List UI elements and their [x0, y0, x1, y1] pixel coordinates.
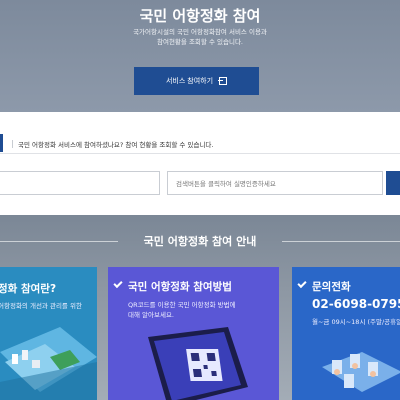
business-hours: 월~금 09시~18시 (주말/공휴일 휴무) [312, 318, 400, 326]
verification-placeholder: 검색버튼을 클릭하여 실명인증하세요 [176, 180, 276, 188]
verification-field[interactable]: 검색버튼을 클릭하여 실명인증하세요 [167, 171, 383, 195]
hero-description: 국가어항시설의 국민 어항정화참여 서비스 이용과 참여현황을 조회할 수 있습… [0, 27, 400, 47]
search-button[interactable] [386, 171, 400, 195]
card-text: 대해 알아보세요. [128, 311, 174, 319]
card-title: 문의전화 [312, 281, 351, 293]
join-service-button[interactable]: 서비스 참여하기 [134, 67, 259, 95]
page-title: 국민 어항정화 참여 [139, 7, 261, 25]
card-text: 어항정화의 개선과 관리를 위한 [0, 302, 82, 310]
guide-card-about[interactable]: 정화 참여란? 어항정화의 개선과 관리를 위한 [0, 267, 97, 400]
harbor-illustration-icon [0, 327, 97, 400]
info-accent-bar [0, 134, 3, 152]
check-icon [297, 278, 307, 289]
guide-section: 국민 어항정화 참여 안내 정화 참여란? 어항정화의 개선과 관리를 위한 국… [0, 215, 400, 400]
hero-description-line: 참여현황을 조회할 수 있습니다. [156, 38, 243, 46]
hero-description-line: 국가어항시설의 국민 어항정화참여 서비스 이용과 [133, 28, 267, 36]
info-bar: 국민 어항정화 서비스에 참여하셨나요? 참여 현황을 조회할 수 있습니다. [0, 132, 400, 154]
divider [12, 140, 13, 148]
card-title: 정화 참여란? [0, 283, 57, 295]
card-title: 국민 어항정화 참여방법 [128, 281, 232, 293]
check-icon [113, 278, 123, 289]
search-panel: 국민 어항정화 서비스에 참여하셨나요? 참여 현황을 조회할 수 있습니다. … [0, 118, 400, 210]
info-text: 국민 어항정화 서비스에 참여하셨나요? 참여 현황을 조회할 수 있습니다. [18, 141, 214, 149]
qr-phone-illustration-icon [148, 327, 248, 400]
card-text: QR코드를 이용한 국민 어항정화 방법에 [128, 301, 236, 309]
external-link-icon [218, 77, 228, 85]
phone-number: 02-6098-0795 [312, 297, 400, 311]
guide-card-method[interactable]: 국민 어항정화 참여방법 QR코드를 이용한 국민 어항정화 방법에 대해 알아… [108, 267, 279, 400]
hero-banner: 국민 어항정화 참여 국가어항시설의 국민 어항정화참여 서비스 이용과 참여현… [0, 0, 400, 112]
join-service-label: 서비스 참여하기 [165, 78, 214, 85]
guide-card-contact[interactable]: 문의전화 02-6098-0795 월~금 09시~18시 (주말/공휴일 휴무… [292, 267, 400, 400]
name-input[interactable] [0, 171, 160, 195]
call-center-illustration-icon [322, 352, 400, 392]
divider [282, 241, 400, 242]
